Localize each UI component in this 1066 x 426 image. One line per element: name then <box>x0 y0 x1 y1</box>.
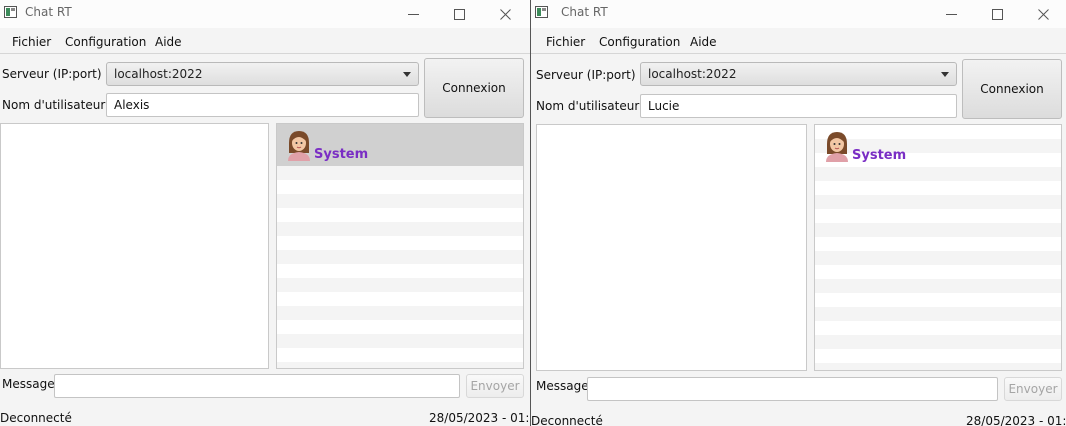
title-bar[interactable]: Chat RT <box>531 0 1066 28</box>
send-button[interactable]: Envoyer <box>466 374 524 398</box>
minimize-icon <box>407 13 419 15</box>
username-label: Nom d'utilisateur <box>536 99 640 113</box>
close-button[interactable] <box>482 0 528 28</box>
connection-status: Deconnecté <box>531 414 603 426</box>
status-timestamp: 28/05/2023 - 01:31 <box>429 411 530 425</box>
woman-avatar-icon <box>826 132 848 162</box>
status-timestamp: 28/05/2023 - 01:31 <box>966 414 1066 426</box>
close-icon <box>499 8 511 20</box>
server-value: localhost:2022 <box>648 67 737 81</box>
connect-button[interactable]: Connexion <box>424 58 524 118</box>
message-input[interactable] <box>54 374 460 398</box>
username-value: Alexis <box>114 98 150 112</box>
server-label: Serveur (IP:port) <box>2 67 102 81</box>
menu-bar: Fichier Configuration Aide <box>0 29 530 54</box>
maximize-button[interactable] <box>974 0 1020 28</box>
title-bar[interactable]: Chat RT <box>0 0 530 28</box>
username-value: Lucie <box>648 99 680 113</box>
menu-aide[interactable]: Aide <box>155 35 182 49</box>
users-list[interactable]: System <box>814 124 1062 371</box>
connect-button[interactable]: Connexion <box>962 59 1062 119</box>
chat-messages-panel[interactable] <box>536 124 807 371</box>
username-field[interactable]: Alexis <box>106 93 419 117</box>
send-button[interactable]: Envoyer <box>1004 377 1062 401</box>
chevron-down-icon <box>403 72 411 77</box>
minimize-button[interactable] <box>928 0 974 28</box>
user-name: System <box>852 148 907 163</box>
message-label: Message <box>536 379 589 393</box>
user-name: System <box>314 147 369 162</box>
list-item[interactable]: System <box>815 125 1061 167</box>
chat-window-alexis: Chat RT Fichier Configuration Aide Serve… <box>0 0 531 426</box>
chat-window-lucie: Chat RT Fichier Configuration Aide Serve… <box>531 0 1066 426</box>
username-field[interactable]: Lucie <box>640 94 957 118</box>
window-title: Chat RT <box>25 5 72 19</box>
list-item[interactable]: System <box>277 124 523 166</box>
minimize-button[interactable] <box>390 0 436 28</box>
maximize-icon <box>453 8 465 20</box>
menu-bar: Fichier Configuration Aide <box>531 29 1066 54</box>
server-value: localhost:2022 <box>114 67 203 81</box>
maximize-icon <box>991 8 1003 20</box>
chat-window-icon <box>4 6 17 18</box>
menu-fichier[interactable]: Fichier <box>546 35 585 49</box>
server-combobox[interactable]: localhost:2022 <box>640 62 957 86</box>
window-title: Chat RT <box>561 5 608 19</box>
close-button[interactable] <box>1020 0 1066 28</box>
menu-configuration[interactable]: Configuration <box>65 35 146 49</box>
chat-window-icon <box>535 6 548 18</box>
chat-messages-panel[interactable] <box>0 123 269 369</box>
message-label: Message <box>2 377 55 391</box>
menu-fichier[interactable]: Fichier <box>12 35 51 49</box>
minimize-icon <box>945 13 957 15</box>
menu-configuration[interactable]: Configuration <box>599 35 680 49</box>
server-label: Serveur (IP:port) <box>536 68 636 82</box>
username-label: Nom d'utilisateur <box>2 98 106 112</box>
users-list[interactable]: System <box>276 123 524 369</box>
server-combobox[interactable]: localhost:2022 <box>106 62 419 86</box>
close-icon <box>1037 8 1049 20</box>
connection-status: Deconnecté <box>0 411 72 425</box>
woman-avatar-icon <box>288 131 310 161</box>
message-input[interactable] <box>587 377 998 401</box>
menu-aide[interactable]: Aide <box>690 35 717 49</box>
maximize-button[interactable] <box>436 0 482 28</box>
chevron-down-icon <box>941 72 949 77</box>
